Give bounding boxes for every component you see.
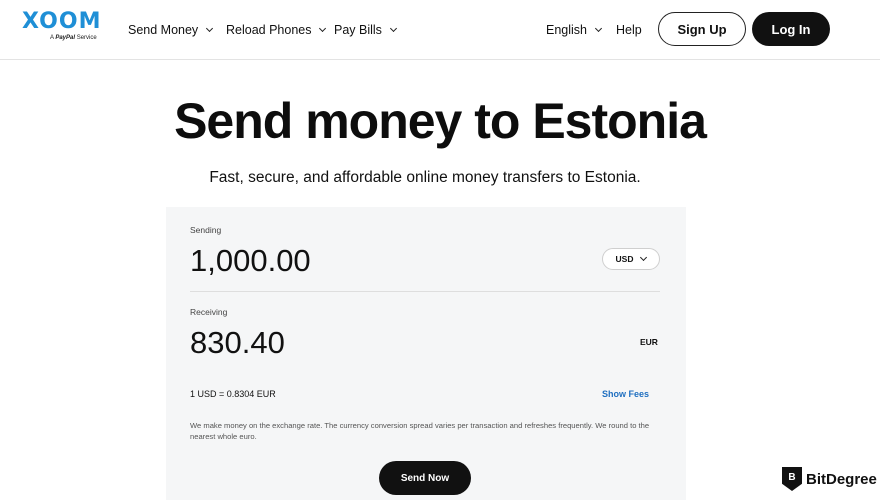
- language-selector[interactable]: English: [546, 20, 603, 40]
- send-now-button[interactable]: Send Now: [379, 461, 471, 495]
- receiving-amount-input[interactable]: 830.40: [190, 325, 285, 361]
- show-fees-link[interactable]: Show Fees: [602, 389, 649, 399]
- sending-currency-dropdown[interactable]: USD: [602, 248, 660, 270]
- sending-currency-label: USD: [615, 254, 634, 264]
- nav-send-money[interactable]: Send Money: [128, 20, 214, 40]
- language-label: English: [546, 23, 587, 37]
- receiving-label: Receiving: [190, 307, 228, 317]
- logo-wordmark: XOOM: [22, 9, 102, 34]
- logo-tagline-brand: PayPal: [55, 35, 76, 41]
- nav-reload-phones-label: Reload Phones: [226, 23, 312, 37]
- xoom-logo[interactable]: XOOM A PayPal Service: [22, 10, 104, 46]
- chevron-down-icon: [319, 24, 327, 32]
- help-link[interactable]: Help: [616, 20, 642, 40]
- sending-amount-input[interactable]: 1,000.00: [190, 243, 311, 279]
- top-navigation-bar: XOOM A PayPal Service Send Money Reload …: [0, 0, 880, 60]
- page-subtitle: Fast, secure, and affordable online mone…: [209, 169, 641, 186]
- log-in-button[interactable]: Log In: [752, 12, 830, 46]
- logo-tagline: A PayPal Service: [50, 35, 97, 41]
- receiving-currency: EUR: [640, 337, 658, 347]
- watermark-text: BitDegree: [806, 470, 877, 488]
- section-divider: [190, 291, 660, 292]
- nav-reload-phones[interactable]: Reload Phones: [226, 20, 327, 40]
- nav-pay-bills[interactable]: Pay Bills: [334, 20, 397, 40]
- nav-pay-bills-label: Pay Bills: [334, 23, 382, 37]
- chevron-down-icon: [594, 24, 603, 32]
- page-title: Send money to Estonia: [174, 93, 707, 149]
- transfer-calculator: Sending 1,000.00 USD Receiving 830.40 EU…: [166, 207, 686, 500]
- bitdegree-watermark: B BitDegree: [782, 467, 877, 491]
- nav-send-money-label: Send Money: [128, 23, 199, 37]
- logo-tagline-prefix: A: [50, 35, 54, 41]
- sending-label: Sending: [190, 225, 222, 235]
- chevron-down-icon: [389, 24, 397, 32]
- logo-tagline-suffix: Service: [76, 35, 97, 41]
- chevron-down-icon: [206, 24, 214, 32]
- rate-disclaimer: We make money on the exchange rate. The …: [190, 421, 650, 441]
- help-label: Help: [616, 23, 642, 37]
- bitdegree-shield-icon: B: [782, 467, 802, 491]
- exchange-rate: 1 USD = 0.8304 EUR: [190, 389, 276, 399]
- chevron-down-icon: [640, 253, 648, 262]
- sign-up-button[interactable]: Sign Up: [658, 12, 746, 46]
